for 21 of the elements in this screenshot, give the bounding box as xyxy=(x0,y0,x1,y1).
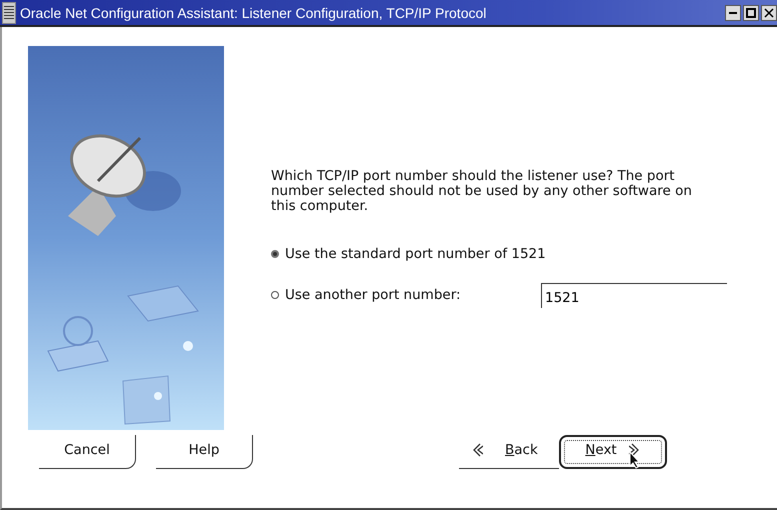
radio-button[interactable] xyxy=(271,291,279,299)
minimize-button[interactable] xyxy=(725,4,741,20)
back-arrow-icon xyxy=(471,442,483,456)
maximize-button[interactable] xyxy=(743,4,759,20)
dialog-button[interactable]: Help xyxy=(156,435,253,469)
option-label[interactable]: Use another port number: xyxy=(285,287,515,303)
port-number-field[interactable]: 1521 xyxy=(541,282,727,308)
next-arrow-icon xyxy=(628,443,641,457)
close-icon xyxy=(764,8,774,18)
dialog-button[interactable]: Cancel xyxy=(39,435,136,469)
maximize-icon xyxy=(746,8,756,18)
option-label[interactable]: Use the standard port number of 1521 xyxy=(285,246,546,262)
next-button[interactable]: Next xyxy=(559,435,667,469)
radio-button[interactable] xyxy=(271,250,279,258)
window-menu-icon[interactable] xyxy=(2,2,16,24)
close-button[interactable] xyxy=(761,4,777,20)
prompt-text: Which TCP/IP port number should the listener use? The port number selected should not be used by any other software on this computer. xyxy=(271,169,693,214)
window-title: Oracle Net Configuration Assistant: Listener Configuration, TCP/IP Protocol xyxy=(20,4,488,20)
mouse-cursor-icon xyxy=(629,451,641,469)
minimize-icon xyxy=(729,12,737,14)
back-button[interactable]: Back xyxy=(459,435,559,469)
